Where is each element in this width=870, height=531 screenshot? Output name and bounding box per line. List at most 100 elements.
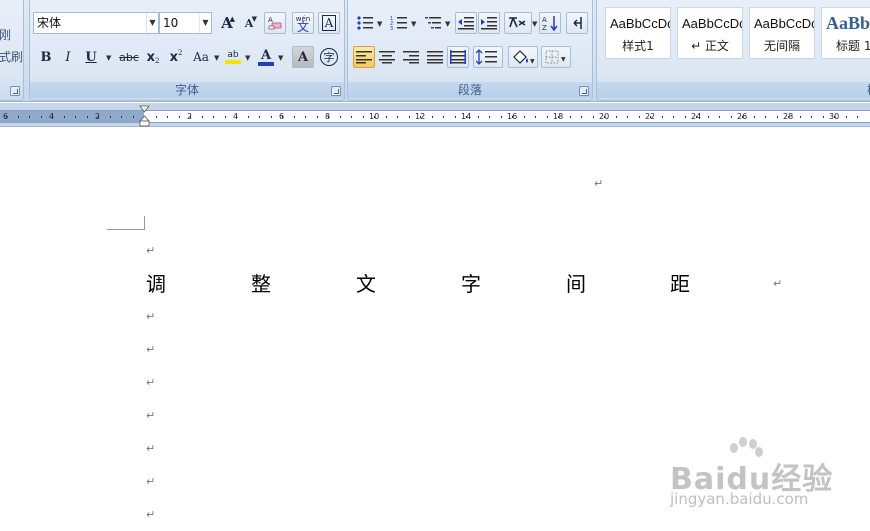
clear-formatting-button[interactable]: A <box>264 12 286 34</box>
svg-text:A: A <box>542 16 547 24</box>
ruler-tick <box>305 116 306 118</box>
multilevel-list-button[interactable] <box>422 12 444 34</box>
chevron-down-icon[interactable]: ▼ <box>199 13 211 33</box>
character-shading-button[interactable]: A <box>292 46 314 68</box>
phonetic-guide-button[interactable]: wén 文 <box>292 12 314 34</box>
ruler-tick <box>132 116 134 118</box>
bold-button[interactable]: B <box>35 46 57 68</box>
style-tile-no-spacing[interactable]: AaBbCcDd 无间隔 <box>749 7 815 59</box>
format-painter-label[interactable]: 式刷 <box>0 48 23 65</box>
ruler-number: 2 <box>187 112 193 121</box>
borders-button[interactable]: ▼ <box>541 46 571 68</box>
baidu-watermark: Baidu经验 jingyan.baidu.com <box>664 436 864 516</box>
paragraph-dialog-launcher-icon[interactable] <box>579 86 589 96</box>
bullets-button[interactable] <box>354 12 376 34</box>
ruler-tick <box>63 116 65 118</box>
clipboard-dialog-launcher-icon[interactable] <box>10 86 20 96</box>
ruler-number: 4 <box>233 112 239 121</box>
grow-font-button[interactable]: A ▲ <box>216 12 238 34</box>
shrink-font-button[interactable]: A ▼ <box>238 12 260 34</box>
font-name-value: 宋体 <box>37 16 62 30</box>
font-color-button[interactable]: A <box>255 46 277 68</box>
font-color-swatch <box>258 61 274 66</box>
ruler-tick <box>822 116 824 118</box>
distributed-button[interactable] <box>447 46 469 68</box>
horizontal-ruler[interactable]: 6 4 2 2 4 6 8 10 12 14 16 18 20 22 24 26 28 30 <box>0 103 870 127</box>
font-color-chevron-icon[interactable]: ▼ <box>278 54 283 62</box>
increase-indent-button[interactable] <box>478 12 500 34</box>
ruler-tick <box>684 116 686 118</box>
font-dialog-launcher-icon[interactable] <box>331 86 341 96</box>
underline-options-chevron-icon[interactable]: ▼ <box>106 54 111 62</box>
decrease-indent-button[interactable] <box>455 12 477 34</box>
borders-icon: ▼ <box>545 50 566 64</box>
style-name: 标题 1 <box>836 39 870 53</box>
heading-char: 距 <box>670 272 690 296</box>
line-spacing-button[interactable] <box>473 46 503 68</box>
highlight-chevron-icon[interactable]: ▼ <box>245 54 250 62</box>
font-size-combo[interactable]: 10 ▼ <box>159 12 212 34</box>
style-name: 样式1 <box>622 39 654 53</box>
style-tile-normal[interactable]: AaBbCcDd ↵ 正文 <box>677 7 743 59</box>
heading-char: 整 <box>251 272 271 296</box>
clipboard-cut-label[interactable]: 刚 <box>0 26 11 43</box>
ruler-tick <box>293 116 295 118</box>
align-left-icon <box>356 51 372 64</box>
align-center-button[interactable] <box>376 46 398 68</box>
clipboard-group: 刚 式刷 <box>0 0 24 101</box>
style-name: 无间隔 <box>763 39 800 53</box>
increase-indent-icon <box>481 17 497 30</box>
justify-button[interactable] <box>424 46 446 68</box>
ruler-tick <box>638 116 640 118</box>
change-case-button[interactable]: Aa <box>188 46 214 68</box>
subscript-button[interactable]: x2 <box>142 46 164 68</box>
multilevel-chevron-icon[interactable]: ▼ <box>445 20 450 28</box>
paragraph-group-label: 段落 <box>348 82 592 98</box>
change-case-chevron-icon[interactable]: ▼ <box>214 54 219 62</box>
underline-button[interactable]: U <box>80 46 102 68</box>
line-spacing-icon <box>476 49 497 65</box>
show-hide-marks-button[interactable] <box>566 12 588 34</box>
ruler-tick <box>397 116 398 118</box>
style-tile-heading1[interactable]: AaBbC 标题 1 <box>821 7 870 59</box>
sort-button[interactable]: A Z <box>539 12 561 34</box>
shading-button[interactable]: ▼ <box>508 46 538 68</box>
ruler-tick <box>29 116 30 118</box>
italic-button[interactable]: I <box>57 46 79 68</box>
align-left-button[interactable] <box>353 46 375 68</box>
svg-text:▼: ▼ <box>530 58 535 65</box>
ruler-number: 8 <box>325 112 331 121</box>
font-name-combo[interactable]: 宋体 ▼ <box>33 12 159 34</box>
bullets-chevron-icon[interactable]: ▼ <box>377 20 382 28</box>
ruler-tick <box>581 116 582 118</box>
numbering-button[interactable]: 1 2 3 <box>388 12 410 34</box>
ribbon: 刚 式刷 宋体 ▼ 10 ▼ A ▲ A ▼ A wén 文 A B I U ▼… <box>0 0 870 102</box>
strikethrough-button[interactable]: abc <box>116 46 142 68</box>
font-color-icon: A <box>258 49 274 66</box>
highlighter-icon: ab <box>225 50 241 64</box>
ruler-tick <box>811 116 812 118</box>
character-border-button[interactable]: A <box>318 12 340 34</box>
chinese-layout-button[interactable] <box>504 12 532 34</box>
ruler-number: 18 <box>553 112 564 121</box>
superscript-button[interactable]: x2 <box>165 46 187 68</box>
ruler-tick <box>17 116 19 118</box>
style-tile-style1[interactable]: AaBbCcDd 样式1 <box>605 7 671 59</box>
indent-marker-icon[interactable] <box>139 104 150 128</box>
ruler-tick <box>799 116 801 118</box>
ruler-tick <box>535 116 536 118</box>
align-right-button[interactable] <box>400 46 422 68</box>
ruler-tick <box>167 116 168 118</box>
ruler-tick <box>362 116 364 118</box>
ruler-tick <box>247 116 249 118</box>
text-highlight-button[interactable]: ab <box>222 46 244 68</box>
style-sample: AaBbCcDd <box>754 16 815 31</box>
ruler-tick <box>86 116 88 118</box>
chevron-down-icon[interactable]: ▼ <box>146 13 158 33</box>
enclose-characters-button[interactable]: 字 <box>318 46 340 68</box>
style-sample: AaBbC <box>826 13 870 33</box>
styles-group-label: 样 <box>597 82 870 98</box>
chinese-layout-chevron-icon[interactable]: ▼ <box>532 20 537 28</box>
numbering-chevron-icon[interactable]: ▼ <box>411 20 416 28</box>
sort-az-icon: A Z <box>542 16 558 32</box>
